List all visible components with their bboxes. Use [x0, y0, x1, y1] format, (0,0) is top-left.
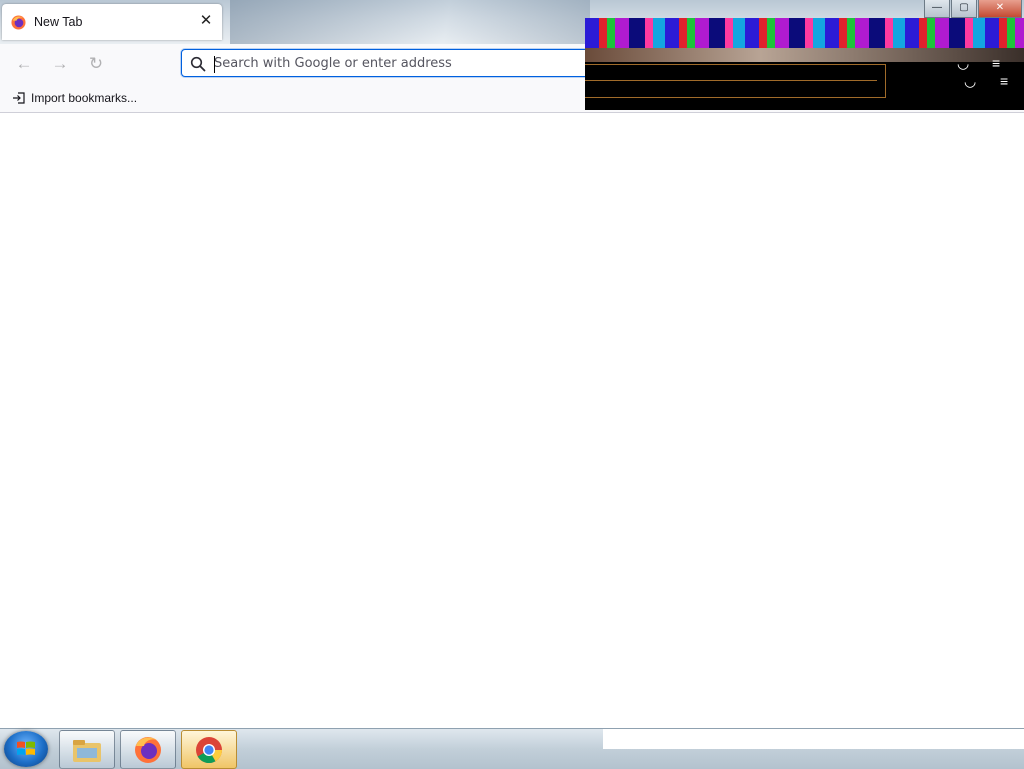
close-window-button[interactable]: ✕ [978, 0, 1022, 18]
page-content [0, 113, 1024, 728]
forward-button[interactable]: → [50, 54, 70, 74]
file-explorer-icon [73, 740, 101, 762]
minimize-button[interactable]: — [924, 0, 950, 18]
maximize-button[interactable]: ▢ [951, 0, 977, 18]
search-icon [190, 56, 206, 72]
window-controls: — ▢ ✕ [924, 0, 1022, 18]
firefox-icon [135, 737, 161, 763]
firefox-icon [11, 15, 26, 30]
glitch-frame [585, 68, 877, 81]
tab-title: New Tab [34, 15, 83, 29]
pocket-icon: ◡ [964, 73, 977, 89]
import-bookmarks-button[interactable]: Import bookmarks... [12, 90, 137, 106]
close-tab-icon[interactable]: ✕ [198, 13, 214, 29]
import-bookmarks-label: Import bookmarks... [31, 91, 138, 105]
windows-logo-icon [17, 741, 35, 755]
taskbar-file-explorer[interactable] [59, 730, 115, 769]
tab-new-tab[interactable]: New Tab ✕ [2, 4, 222, 40]
import-icon [13, 92, 25, 104]
taskbar [0, 728, 1024, 769]
taskbar-firefox[interactable] [120, 730, 176, 769]
menu-icon[interactable]: ≡ [992, 55, 1000, 71]
taskbar-chrome[interactable] [181, 730, 237, 769]
chrome-icon [196, 737, 223, 764]
reload-button[interactable]: ↻ [86, 54, 106, 74]
rendering-glitch-overlay: ◡ ≡ ◡ ≡ [585, 18, 1024, 110]
menu-icon: ≡ [1000, 73, 1009, 89]
pocket-icon[interactable]: ◡ [957, 55, 969, 72]
glitch-band [585, 18, 1024, 48]
windows-start-button[interactable] [4, 731, 48, 767]
back-button[interactable]: ← [14, 54, 34, 74]
text-caret [214, 56, 215, 73]
